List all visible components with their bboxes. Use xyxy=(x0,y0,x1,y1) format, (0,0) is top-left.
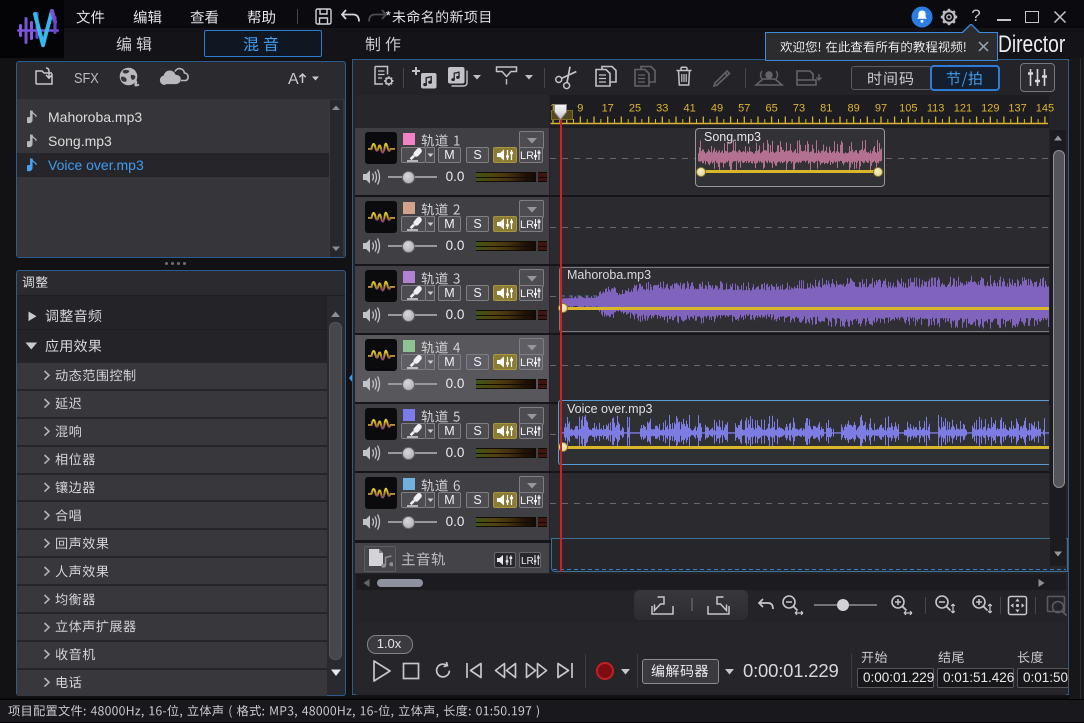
svg-text:17: 17 xyxy=(602,103,614,115)
svg-text:121: 121 xyxy=(954,103,972,115)
svg-text:145: 145 xyxy=(1036,103,1054,115)
svg-text:57: 57 xyxy=(738,103,750,115)
svg-text:41: 41 xyxy=(683,103,695,115)
svg-text:LR: LR xyxy=(520,495,534,506)
svg-text:65: 65 xyxy=(765,103,777,115)
svg-text:LR: LR xyxy=(520,357,534,368)
svg-text:LR: LR xyxy=(520,426,534,437)
svg-text:97: 97 xyxy=(875,103,887,115)
svg-text:A: A xyxy=(288,71,299,88)
svg-text:33: 33 xyxy=(656,103,668,115)
svg-text:LR: LR xyxy=(521,556,534,566)
svg-text:LR: LR xyxy=(520,288,534,299)
svg-text:49: 49 xyxy=(711,103,723,115)
svg-text:113: 113 xyxy=(927,103,945,115)
svg-text:129: 129 xyxy=(981,103,999,115)
svg-text:105: 105 xyxy=(899,103,917,115)
svg-text:73: 73 xyxy=(793,103,805,115)
svg-text:LR: LR xyxy=(520,150,534,161)
svg-text:89: 89 xyxy=(847,103,859,115)
svg-text:9: 9 xyxy=(577,103,583,115)
svg-text:25: 25 xyxy=(629,103,641,115)
svg-text:LR: LR xyxy=(520,219,534,230)
svg-text:81: 81 xyxy=(820,103,832,115)
svg-text:137: 137 xyxy=(1008,103,1026,115)
